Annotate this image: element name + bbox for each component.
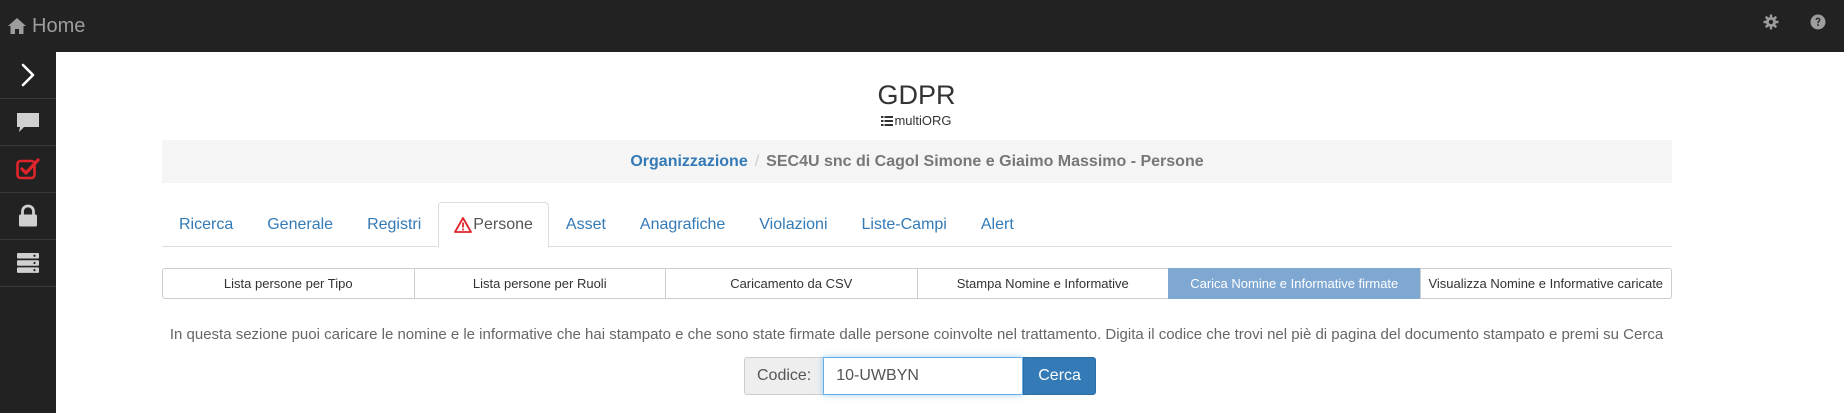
tab-liste-campi[interactable]: Liste-Campi (845, 202, 964, 247)
instructions-text: In questa sezione puoi caricare le nomin… (169, 326, 1664, 343)
top-navbar: Home (0, 0, 1844, 52)
code-input[interactable] (823, 357, 1024, 395)
breadcrumb-current: SEC4U snc di Cagol Simone e Giaimo Massi… (766, 152, 1204, 170)
main-content: GDPR multiORG Organizzazione / SEC4U snc… (56, 52, 1844, 413)
tab-persone-label: Persone (473, 216, 533, 233)
gear-icon[interactable] (1763, 14, 1779, 30)
chat-bubble-icon (17, 113, 39, 132)
checkbox-checked-icon (16, 158, 40, 180)
sidebar-item-messages[interactable] (0, 99, 56, 146)
server-icon (17, 253, 39, 273)
help-icon[interactable] (1810, 14, 1826, 30)
subtab-lista-persone-tipo[interactable]: Lista persone per Tipo (162, 268, 415, 299)
subtab-stampa-nomine[interactable]: Stampa Nomine e Informative (916, 268, 1169, 299)
tab-alert[interactable]: Alert (964, 202, 1031, 247)
tab-violazioni[interactable]: Violazioni (742, 202, 844, 247)
lock-icon (19, 204, 37, 227)
tab-anagrafiche[interactable]: Anagrafiche (623, 202, 742, 247)
subtab-visualizza-nomine[interactable]: Visualizza Nomine e Informative caricate (1419, 268, 1672, 299)
sidebar-toggle[interactable] (0, 52, 56, 99)
tab-asset[interactable]: Asset (549, 202, 623, 247)
search-button[interactable]: Cerca (1023, 357, 1096, 395)
subtab-carica-nomine-firmate[interactable]: Carica Nomine e Informative firmate (1168, 268, 1421, 299)
page-subtitle: multiORG (56, 113, 1777, 128)
subtab-caricamento-csv[interactable]: Caricamento da CSV (665, 268, 918, 299)
tab-persone[interactable]: Persone (438, 202, 549, 248)
home-icon (8, 18, 26, 34)
main-tabs: Ricerca Generale Registri Persone Asset … (162, 202, 1672, 248)
home-label: Home (32, 14, 86, 37)
tab-registri[interactable]: Registri (350, 202, 438, 247)
home-link[interactable]: Home (7, 0, 85, 52)
subtitle-text: multiORG (894, 113, 952, 128)
breadcrumb-link-organizzazione[interactable]: Organizzazione (630, 153, 747, 171)
sidebar-item-servers[interactable] (0, 240, 56, 287)
code-label: Codice: (744, 357, 824, 395)
sidebar-item-tasks[interactable] (0, 146, 56, 193)
subtab-lista-persone-ruoli[interactable]: Lista persone per Ruoli (413, 268, 666, 299)
left-sidebar (0, 52, 56, 413)
sidebar-item-security[interactable] (0, 193, 56, 240)
tab-generale[interactable]: Generale (250, 202, 350, 247)
breadcrumb-separator: / (754, 152, 760, 170)
breadcrumb: Organizzazione / SEC4U snc di Cagol Simo… (162, 140, 1672, 183)
warning-icon (454, 217, 473, 233)
page-title: GDPR (877, 80, 956, 110)
tab-ricerca[interactable]: Ricerca (162, 202, 250, 247)
subtabs: Lista persone per Tipo Lista persone per… (162, 268, 1672, 299)
chevron-right-icon (21, 63, 35, 87)
list-icon (881, 115, 894, 126)
code-search-group: Codice: Cerca (744, 357, 1096, 395)
